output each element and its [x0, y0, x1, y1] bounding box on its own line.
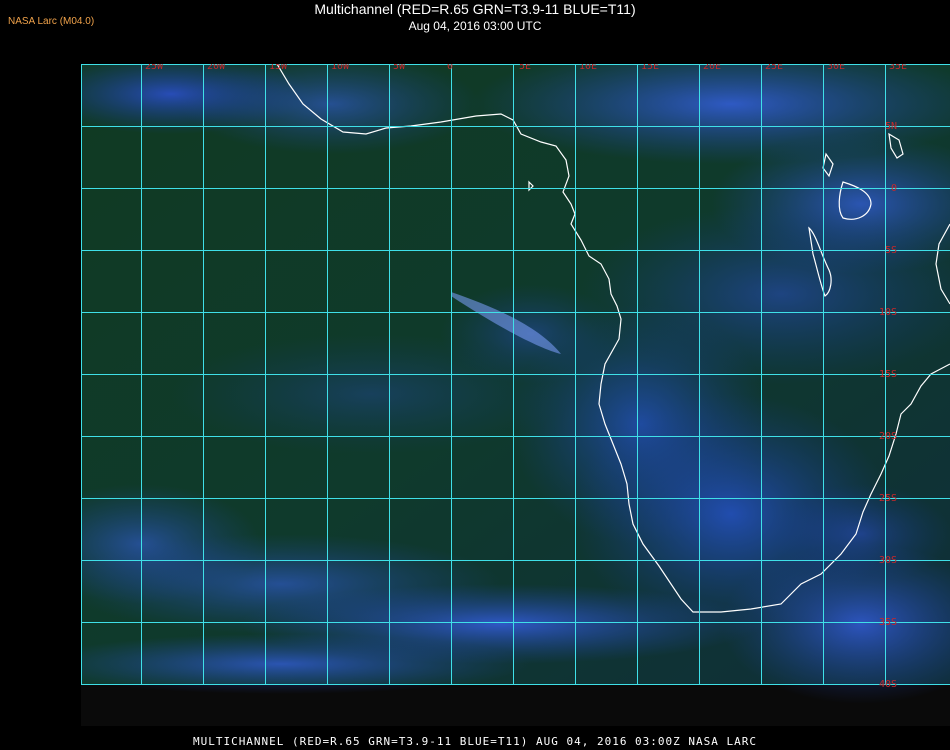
latitude-label: 0	[891, 183, 897, 194]
longitude-label: 15W	[269, 64, 288, 72]
satellite-map: 25W 20W 15W 10W 5W 0 5E 10E 15E 20E 25E 30E 35E 5N 0 5…	[81, 64, 950, 704]
latitude-label: 5N	[885, 121, 897, 132]
longitude-label: 20W	[207, 64, 226, 72]
longitude-label: 5E	[519, 64, 531, 72]
longitude-label: 0	[447, 64, 453, 72]
latitude-label: 10S	[879, 307, 897, 318]
latitude-label: 25S	[879, 493, 897, 504]
longitude-label: 10W	[331, 64, 350, 72]
satellite-image: 25W 20W 15W 10W 5W 0 5E 10E 15E 20E 25E 30E 35E 5N 0 5…	[81, 64, 950, 726]
latitude-label: 40S	[879, 679, 897, 690]
longitude-label: 5W	[393, 64, 406, 72]
image-timestamp: Aug 04, 2016 03:00 UTC	[408, 19, 542, 33]
longitude-label: 30E	[827, 64, 845, 72]
longitude-label: 20E	[703, 64, 721, 72]
latitude-label: 35S	[879, 617, 897, 628]
latitude-label: 30S	[879, 555, 897, 566]
longitude-label: 35E	[889, 64, 907, 72]
longitude-label: 25E	[765, 64, 783, 72]
latitude-label: 5S	[885, 245, 897, 256]
longitude-label: 25W	[145, 64, 164, 72]
latitude-label: 20S	[879, 431, 897, 442]
image-title: Multichannel (RED=R.65 GRN=T3.9-11 BLUE=…	[314, 1, 636, 17]
footer-caption: MULTICHANNEL (RED=R.65 GRN=T3.9-11 BLUE=…	[192, 735, 758, 748]
longitude-label: 10E	[579, 64, 597, 72]
latitude-label: 15S	[879, 369, 897, 380]
longitude-label: 15E	[641, 64, 659, 72]
